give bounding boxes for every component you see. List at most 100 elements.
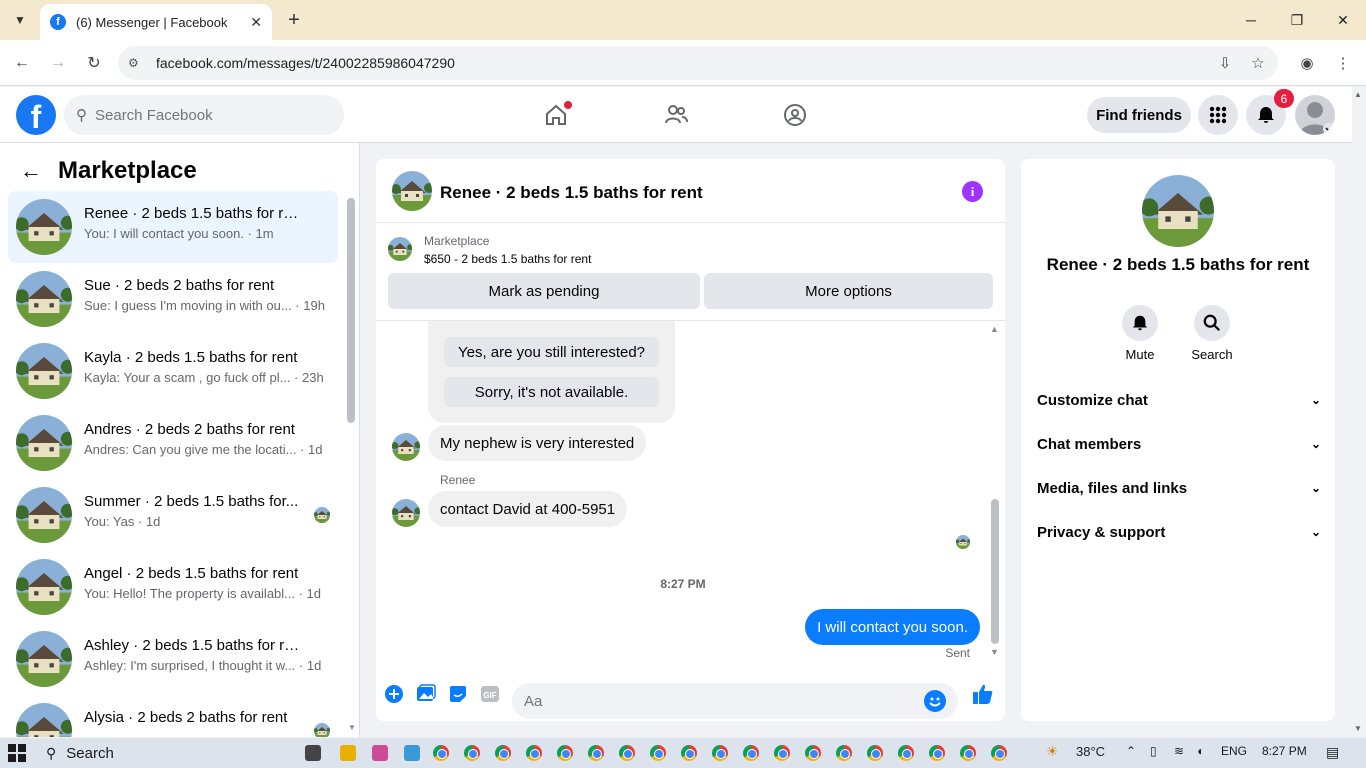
chat-title[interactable]: Renee · 2 beds 1.5 baths for rent bbox=[440, 183, 703, 203]
bookmark-star-icon[interactable]: ☆ bbox=[1245, 50, 1271, 76]
groups-nav-icon[interactable] bbox=[779, 99, 811, 131]
facebook-search-input[interactable] bbox=[95, 106, 315, 124]
reload-icon[interactable]: ↻ bbox=[81, 50, 107, 76]
windows-start-icon[interactable] bbox=[8, 744, 26, 762]
chrome-window-icon[interactable] bbox=[557, 745, 573, 761]
notification-center-icon[interactable]: ▤ bbox=[1326, 744, 1339, 761]
chrome-window-icon[interactable] bbox=[464, 745, 480, 761]
file-explorer-icon[interactable] bbox=[340, 745, 356, 761]
customize-chat-row[interactable]: Customize chat ⌄ bbox=[1037, 382, 1321, 418]
account-avatar[interactable] bbox=[1295, 95, 1335, 135]
find-friends-button[interactable]: Find friends bbox=[1087, 97, 1191, 133]
chrome-window-icon[interactable] bbox=[898, 745, 914, 761]
chrome-window-icon[interactable] bbox=[991, 745, 1007, 761]
conversation-item[interactable]: Angel · 2 beds 1.5 baths for rent You: He… bbox=[8, 551, 338, 623]
message-input[interactable] bbox=[524, 692, 914, 710]
conversation-item[interactable]: Renee · 2 beds 1.5 baths for rent You: I … bbox=[8, 191, 338, 263]
quick-reply-still-interested[interactable]: Yes, are you still interested? bbox=[444, 337, 659, 367]
site-info-icon[interactable]: ⚙ bbox=[128, 56, 148, 70]
page-scroll-down-icon[interactable]: ▼ bbox=[1354, 724, 1362, 733]
sticker-icon[interactable] bbox=[447, 683, 469, 705]
chrome-window-icon[interactable] bbox=[743, 745, 759, 761]
home-nav-icon[interactable] bbox=[540, 99, 572, 131]
conversation-item[interactable]: Summer · 2 beds 1.5 baths for... You: Yas… bbox=[8, 479, 338, 551]
gif-icon[interactable]: GIF bbox=[479, 683, 501, 705]
more-options-button[interactable]: More options bbox=[704, 273, 993, 309]
temperature[interactable]: 38°C bbox=[1076, 744, 1105, 759]
chrome-window-icon[interactable] bbox=[681, 745, 697, 761]
back-arrow-icon[interactable]: ← bbox=[20, 158, 42, 184]
listing-thumbnail[interactable] bbox=[388, 237, 412, 261]
conversation-item[interactable]: Kayla · 2 beds 1.5 baths for rent Kayla: … bbox=[8, 335, 338, 407]
chat-scroll-down-icon[interactable]: ▼ bbox=[990, 647, 999, 657]
taskbar-search[interactable]: ⚲ Search bbox=[46, 741, 296, 765]
new-tab-button[interactable]: + bbox=[282, 8, 306, 32]
mute-button[interactable]: Mute bbox=[1110, 305, 1170, 362]
browser-tab[interactable]: f (6) Messenger | Facebook ✕ bbox=[40, 4, 272, 40]
language-indicator[interactable]: ENG bbox=[1221, 744, 1247, 758]
battery-icon[interactable]: ▯ bbox=[1150, 744, 1157, 758]
browser-menu-icon[interactable]: ⋮ bbox=[1330, 50, 1356, 76]
chrome-window-icon[interactable] bbox=[526, 745, 542, 761]
chrome-window-icon[interactable] bbox=[588, 745, 604, 761]
chrome-window-icon[interactable] bbox=[929, 745, 945, 761]
media-files-links-row[interactable]: Media, files and links ⌄ bbox=[1037, 470, 1321, 506]
notifications-bell-icon[interactable]: 6 bbox=[1246, 89, 1294, 135]
chrome-window-icon[interactable] bbox=[867, 745, 883, 761]
chrome-window-icon[interactable] bbox=[960, 745, 976, 761]
attach-photo-icon[interactable] bbox=[415, 683, 437, 705]
add-actions-icon[interactable] bbox=[383, 683, 405, 705]
address-bar[interactable]: ⚙ facebook.com/messages/t/24002285986047… bbox=[118, 46, 1278, 80]
chrome-window-icon[interactable] bbox=[712, 745, 728, 761]
tray-chevron-icon[interactable]: ⌃ bbox=[1126, 744, 1136, 758]
like-thumbs-up-icon[interactable] bbox=[971, 681, 995, 707]
tab-search-chevron-icon[interactable]: ▼ bbox=[6, 6, 34, 34]
conversation-item[interactable]: Andres · 2 beds 2 baths for rent Andres: … bbox=[8, 407, 338, 479]
conversation-item[interactable]: Ashley · 2 beds 1.5 baths for rent Ashley… bbox=[8, 623, 338, 695]
chrome-window-icon[interactable] bbox=[433, 745, 449, 761]
wifi-icon[interactable]: ≋ bbox=[1174, 744, 1184, 758]
conversation-item[interactable]: Alysia · 2 beds 2 baths for rent bbox=[8, 695, 338, 737]
privacy-support-row[interactable]: Privacy & support ⌄ bbox=[1037, 514, 1321, 550]
chrome-window-icon[interactable] bbox=[836, 745, 852, 761]
info-avatar[interactable] bbox=[1142, 175, 1214, 247]
chat-avatar[interactable] bbox=[392, 171, 432, 211]
emoji-icon[interactable] bbox=[924, 690, 946, 712]
search-conversation-button[interactable]: Search bbox=[1182, 305, 1242, 362]
info-icon[interactable]: i bbox=[962, 181, 983, 202]
forward-icon[interactable]: → bbox=[45, 50, 71, 76]
install-app-icon[interactable]: ⇩ bbox=[1212, 50, 1238, 76]
notepad-icon[interactable] bbox=[404, 745, 420, 761]
volume-icon[interactable]: ◖ bbox=[1196, 744, 1203, 758]
chrome-window-icon[interactable] bbox=[495, 745, 511, 761]
message-input-field[interactable] bbox=[512, 683, 958, 719]
quick-reply-not-available[interactable]: Sorry, it's not available. bbox=[444, 377, 659, 407]
profile-icon[interactable]: ◉ bbox=[1294, 50, 1320, 76]
sender-avatar[interactable] bbox=[392, 433, 420, 461]
mark-as-pending-button[interactable]: Mark as pending bbox=[388, 273, 700, 309]
friends-nav-icon[interactable] bbox=[660, 99, 692, 131]
chat-scrollbar[interactable] bbox=[991, 499, 999, 644]
page-scroll-up-icon[interactable]: ▲ bbox=[1354, 90, 1362, 99]
scroll-down-icon[interactable]: ▼ bbox=[348, 723, 356, 732]
chrome-window-icon[interactable] bbox=[774, 745, 790, 761]
chrome-window-icon[interactable] bbox=[619, 745, 635, 761]
minimize-icon[interactable]: ─ bbox=[1236, 8, 1266, 32]
back-icon[interactable]: ← bbox=[9, 50, 35, 76]
close-window-icon[interactable]: ✕ bbox=[1328, 8, 1358, 32]
task-view-icon[interactable] bbox=[305, 745, 321, 761]
weather-icon[interactable]: ☀ bbox=[1046, 743, 1059, 760]
snipping-tool-icon[interactable] bbox=[372, 745, 388, 761]
conversation-item[interactable]: Sue · 2 beds 2 baths for rent Sue: I gues… bbox=[8, 263, 338, 335]
restore-icon[interactable]: ❐ bbox=[1282, 8, 1312, 32]
listing-price[interactable]: $650 - 2 beds 1.5 baths for rent bbox=[424, 252, 591, 266]
tab-close-icon[interactable]: ✕ bbox=[250, 14, 262, 31]
chat-members-row[interactable]: Chat members ⌄ bbox=[1037, 426, 1321, 462]
clock[interactable]: 8:27 PM bbox=[1262, 744, 1307, 758]
chat-scroll-up-icon[interactable]: ▲ bbox=[990, 324, 999, 334]
facebook-logo-icon[interactable]: f bbox=[16, 95, 56, 135]
menu-grid-icon[interactable] bbox=[1198, 95, 1238, 135]
sidebar-scrollbar[interactable] bbox=[347, 198, 355, 423]
chrome-window-icon[interactable] bbox=[805, 745, 821, 761]
facebook-search[interactable]: ⚲ bbox=[64, 95, 344, 135]
